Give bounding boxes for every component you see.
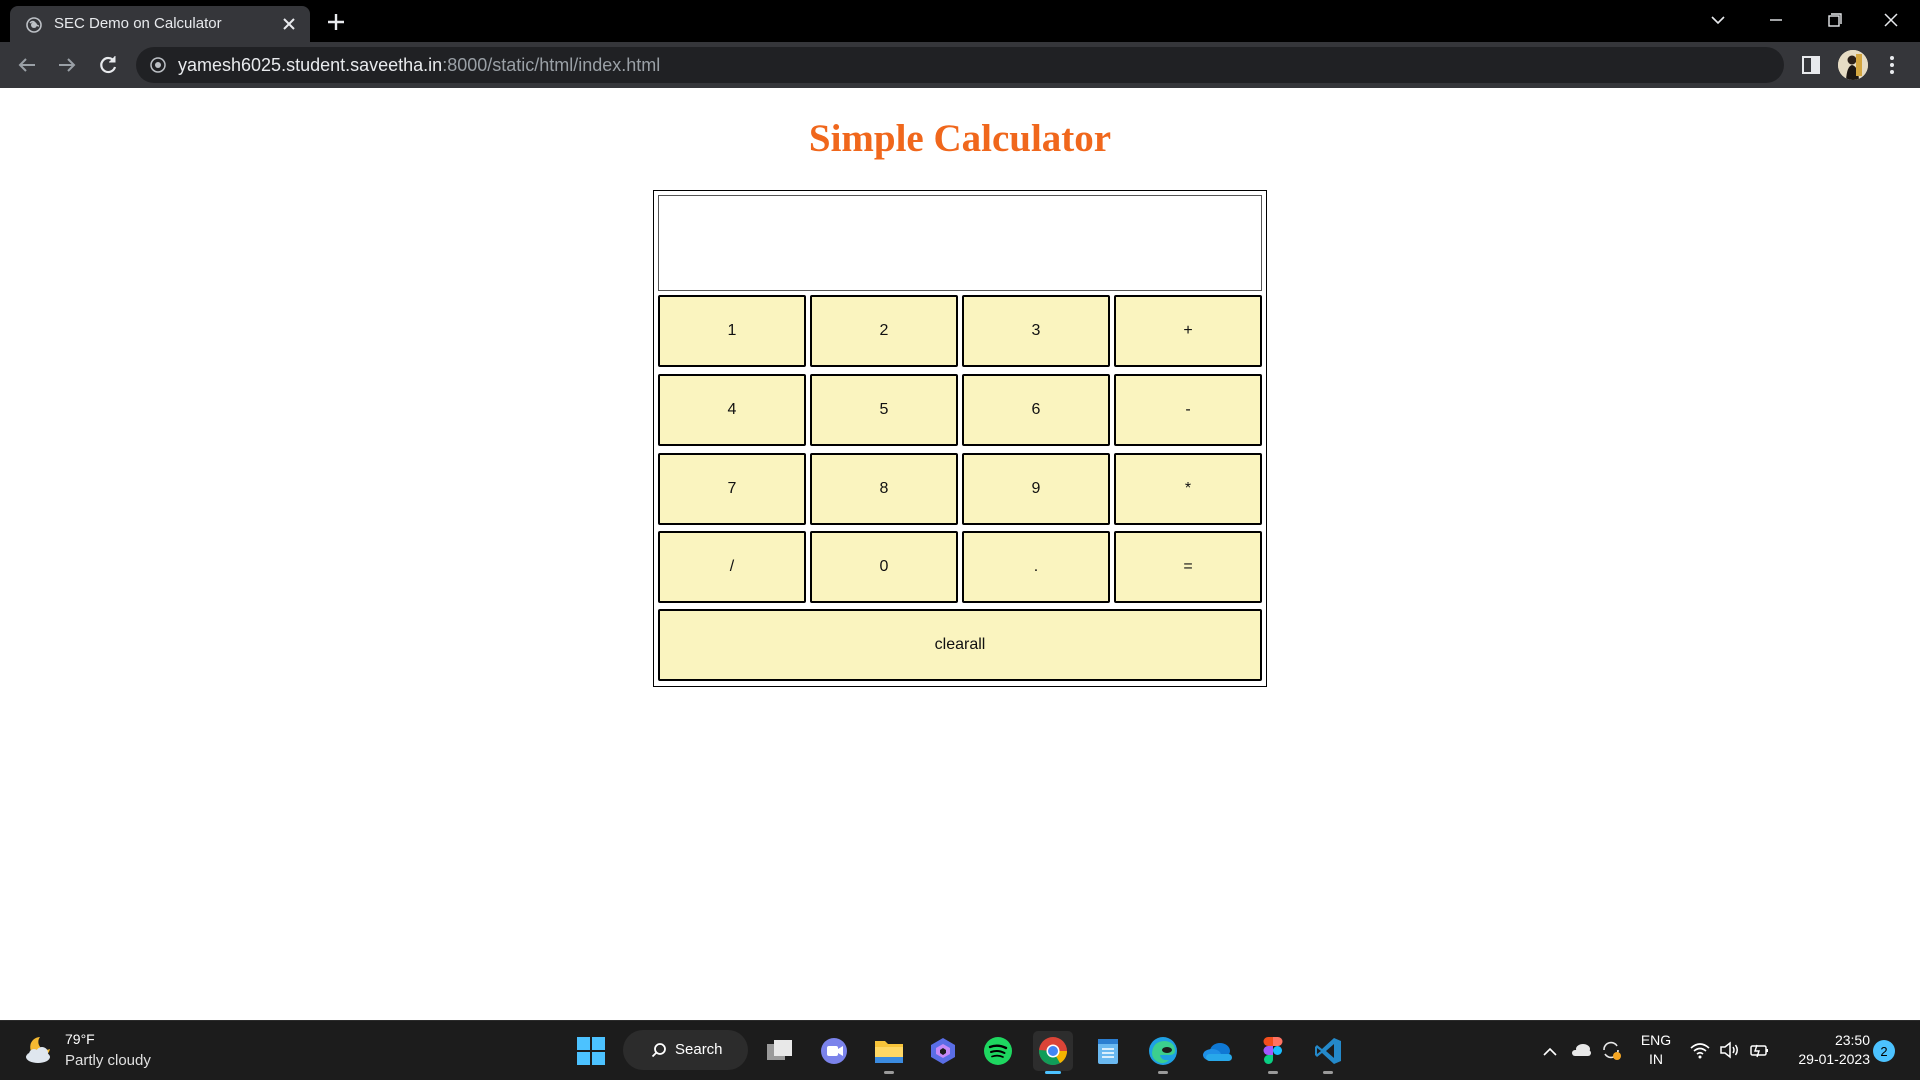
profile-photo-icon [1838,50,1868,80]
search-icon [651,1043,666,1058]
running-indicator [884,1071,894,1074]
side-panel-icon[interactable] [1800,54,1822,76]
key-plus-button[interactable]: + [1114,295,1262,367]
key-minus-button[interactable]: - [1114,374,1262,446]
onedrive-tray-icon[interactable] [1570,1039,1592,1061]
figma-button[interactable] [1253,1031,1293,1074]
key-9-button[interactable]: 9 [962,453,1110,525]
url-text: yamesh6025.student.saveetha.in:8000/stat… [178,55,660,76]
taskbar-search-button[interactable]: Search [623,1030,748,1070]
key-multiply-button[interactable]: * [1114,453,1262,525]
edge-icon [1149,1037,1177,1065]
language-code: ENG [1640,1032,1672,1048]
key-0-button[interactable]: 0 [810,531,958,603]
web-page: Simple Calculator 1 2 3 + 4 5 6 - 7 8 9 … [0,88,1920,1020]
forward-arrow-icon[interactable] [55,53,79,77]
calculator-display[interactable] [658,195,1262,291]
site-info-icon[interactable] [150,57,166,73]
clock-time: 23:50 [1834,1032,1870,1048]
profile-avatar[interactable] [1838,50,1868,80]
running-indicator [1323,1071,1333,1074]
running-indicator [1268,1071,1278,1074]
calculator: 1 2 3 + 4 5 6 - 7 8 9 * / 0 . = clearall [653,190,1267,687]
key-equals-button[interactable]: = [1114,531,1262,603]
notepad-icon [1098,1039,1118,1064]
kebab-menu-icon[interactable] [1884,54,1900,76]
file-explorer-icon [875,1041,903,1063]
file-explorer-button[interactable] [869,1031,909,1074]
page-title: Simple Calculator [808,117,1112,160]
key-3-button[interactable]: 3 [962,295,1110,367]
language-region: IN [1649,1051,1663,1067]
key-2-button[interactable]: 2 [810,295,958,367]
key-6-button[interactable]: 6 [962,374,1110,446]
tab-search-chevron-icon[interactable] [1704,8,1732,32]
taskbar-clock[interactable]: 23:50 29-01-2023 [1780,1031,1870,1069]
chrome-icon [1039,1037,1067,1065]
reload-icon[interactable] [96,53,120,77]
key-1-button[interactable]: 1 [658,295,806,367]
key-divide-button[interactable]: / [658,531,806,603]
new-tab-plus-icon[interactable] [324,10,348,34]
browser-tab[interactable]: SEC Demo on Calculator [10,6,310,42]
browser-toolbar: yamesh6025.student.saveetha.in:8000/stat… [0,42,1920,88]
running-indicator [1158,1071,1168,1074]
minimize-icon[interactable] [1762,8,1790,32]
partly-cloudy-night-icon [26,1037,50,1063]
teams-chat-icon [821,1038,847,1064]
spotify-icon [984,1037,1012,1065]
chevron-up-icon[interactable] [1539,1041,1561,1063]
key-decimal-button[interactable]: . [962,531,1110,603]
back-arrow-icon[interactable] [15,53,39,77]
restore-icon[interactable] [1820,8,1848,32]
clock-date: 29-01-2023 [1798,1051,1870,1067]
teams-chat-button[interactable] [814,1031,854,1071]
globe-icon [26,17,42,33]
weather-temperature: 79°F [65,1031,95,1047]
windows-start-icon [577,1037,605,1065]
volume-icon[interactable] [1718,1039,1740,1061]
vscode-button[interactable] [1308,1031,1348,1074]
key-7-button[interactable]: 7 [658,453,806,525]
battery-icon[interactable] [1748,1039,1770,1061]
windows-taskbar: 79°F Partly cloudy Search ENG IN 23:50 2… [0,1020,1920,1080]
chrome-button[interactable] [1033,1031,1073,1074]
sync-icon[interactable] [1600,1039,1622,1061]
active-indicator [1045,1071,1061,1074]
task-view-icon [767,1040,792,1060]
spotify-button[interactable] [978,1031,1018,1071]
copilot-button[interactable] [923,1031,963,1071]
task-view-button[interactable] [760,1031,800,1071]
key-4-button[interactable]: 4 [658,374,806,446]
figma-icon [1263,1037,1283,1064]
browser-tab-strip: SEC Demo on Calculator [0,0,1920,42]
key-8-button[interactable]: 8 [810,453,958,525]
vscode-icon [1315,1038,1341,1064]
edge-button[interactable] [1143,1031,1183,1074]
tab-title: SEC Demo on Calculator [54,15,222,32]
address-bar[interactable]: yamesh6025.student.saveetha.in:8000/stat… [136,47,1784,83]
copilot-icon [931,1038,955,1064]
url-path: :8000/static/html/index.html [442,55,661,75]
key-5-button[interactable]: 5 [810,374,958,446]
wifi-icon[interactable] [1689,1039,1711,1061]
tab-close-icon[interactable] [280,15,298,33]
close-window-icon[interactable] [1877,8,1905,32]
onedrive-button[interactable] [1198,1031,1238,1071]
url-host: yamesh6025.student.saveetha.in [178,55,443,75]
search-label: Search [675,1041,723,1058]
language-indicator[interactable]: ENG IN [1638,1031,1674,1069]
notepad-button[interactable] [1088,1031,1128,1071]
clear-all-button[interactable]: clearall [658,609,1262,681]
start-button[interactable] [571,1031,611,1071]
onedrive-icon [1203,1043,1232,1061]
notification-badge[interactable]: 2 [1873,1040,1895,1062]
weather-description: Partly cloudy [65,1052,151,1069]
